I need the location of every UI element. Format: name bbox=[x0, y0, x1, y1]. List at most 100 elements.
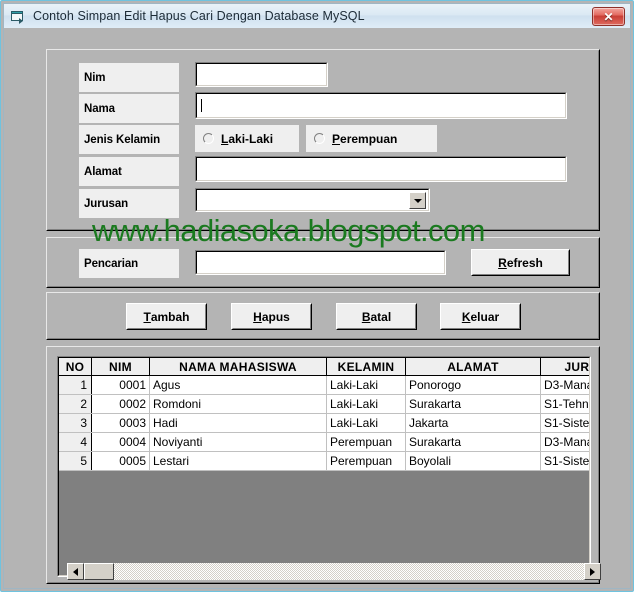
student-data-grid[interactable]: NO NIM NAMA MAHASISWA KELAMIN ALAMAT JUR… bbox=[57, 356, 601, 580]
select-jurusan[interactable] bbox=[195, 188, 430, 212]
cell-nama[interactable]: Noviyanti bbox=[149, 432, 327, 452]
search-panel-inner: Pencarian Refresh bbox=[47, 238, 599, 287]
cell-alamat[interactable]: Ponorogo bbox=[405, 375, 541, 395]
close-icon: ✕ bbox=[603, 9, 614, 24]
cell-nim[interactable]: 0003 bbox=[91, 413, 150, 433]
data-grid-panel-inner: NO NIM NAMA MAHASISWA KELAMIN ALAMAT JUR… bbox=[47, 347, 601, 583]
radio-laki-laki[interactable]: Laki-Laki bbox=[195, 125, 299, 152]
input-alamat[interactable] bbox=[195, 156, 567, 182]
label-alamat: Alamat bbox=[79, 157, 179, 186]
student-data-grid-viewport[interactable]: NO NIM NAMA MAHASISWA KELAMIN ALAMAT JUR… bbox=[58, 357, 590, 576]
label-nim: Nim bbox=[79, 63, 179, 92]
title-bar[interactable]: Contoh Simpan Edit Hapus Cari Dengan Dat… bbox=[4, 4, 630, 29]
input-nim[interactable] bbox=[195, 62, 328, 87]
cell-jurusan[interactable]: S1-Sistem Informasi bbox=[540, 451, 589, 471]
data-grid-panel: NO NIM NAMA MAHASISWA KELAMIN ALAMAT JUR… bbox=[46, 346, 601, 584]
cell-kelamin[interactable]: Laki-Laki bbox=[326, 413, 406, 433]
student-form-panel: Nim Nama Jenis Kelamin Laki-Laki Perempu… bbox=[46, 49, 600, 231]
tambah-button[interactable]: Tambah bbox=[126, 303, 207, 330]
cell-alamat[interactable]: Surakarta bbox=[405, 432, 541, 452]
input-nama[interactable] bbox=[195, 92, 567, 119]
tambah-button-label: Tambah bbox=[127, 304, 206, 329]
cell-nim[interactable]: 0002 bbox=[91, 394, 150, 414]
keluar-button-label: Keluar bbox=[441, 304, 520, 329]
refresh-button-label: Refresh bbox=[472, 250, 569, 275]
column-header-no[interactable]: NO bbox=[59, 358, 92, 376]
label-pencarian: Pencarian bbox=[79, 249, 179, 278]
form-window-icon bbox=[10, 8, 26, 24]
text-caret bbox=[201, 99, 202, 112]
cell-nama[interactable]: Hadi bbox=[149, 413, 327, 433]
action-panel: Tambah Hapus Batal Keluar bbox=[46, 292, 600, 340]
hapus-button-label: Hapus bbox=[232, 304, 311, 329]
table-row[interactable]: 30003HadiLaki-LakiJakartaS1-Sistem Infor… bbox=[59, 413, 589, 433]
input-alamat-value[interactable] bbox=[196, 157, 566, 181]
action-panel-inner: Tambah Hapus Batal Keluar bbox=[47, 293, 599, 339]
horizontal-scrollbar[interactable] bbox=[67, 563, 601, 580]
cell-jurusan[interactable]: D3-Manajeman Informatika bbox=[540, 432, 589, 452]
arrow-left-icon[interactable] bbox=[67, 563, 84, 580]
cell-alamat[interactable]: Jakarta bbox=[405, 413, 541, 433]
cell-kelamin[interactable]: Perempuan bbox=[326, 451, 406, 471]
scrollbar-thumb[interactable] bbox=[84, 563, 114, 580]
table-header-row: NO NIM NAMA MAHASISWA KELAMIN ALAMAT JUR… bbox=[59, 358, 589, 376]
cell-kelamin[interactable]: Laki-Laki bbox=[326, 394, 406, 414]
search-panel: Pencarian Refresh bbox=[46, 237, 600, 288]
radio-circle-icon bbox=[203, 133, 214, 144]
scrollbar-track[interactable] bbox=[84, 563, 584, 580]
input-nim-value[interactable] bbox=[196, 63, 327, 86]
table-body: 10001AgusLaki-LakiPonorogoD3-Manajeman I… bbox=[59, 375, 589, 471]
column-header-kelamin[interactable]: KELAMIN bbox=[326, 358, 406, 376]
table-header: NO NIM NAMA MAHASISWA KELAMIN ALAMAT JUR… bbox=[59, 358, 589, 376]
student-table: NO NIM NAMA MAHASISWA KELAMIN ALAMAT JUR… bbox=[59, 358, 589, 471]
refresh-button[interactable]: Refresh bbox=[471, 249, 570, 276]
select-jurusan-value[interactable] bbox=[196, 189, 429, 211]
cell-jurusan[interactable]: S1-Tehnik Informatika bbox=[540, 394, 589, 414]
cell-alamat[interactable]: Boyolali bbox=[405, 451, 541, 471]
table-row[interactable]: 10001AgusLaki-LakiPonorogoD3-Manajeman I… bbox=[59, 375, 589, 395]
input-nama-value[interactable] bbox=[196, 93, 566, 118]
close-button[interactable]: ✕ bbox=[592, 7, 625, 26]
chevron-down-icon[interactable] bbox=[409, 192, 426, 209]
column-header-nim[interactable]: NIM bbox=[91, 358, 150, 376]
column-header-jurusan[interactable]: JURUSAN bbox=[540, 358, 589, 376]
radio-perempuan-label: Perempuan bbox=[332, 131, 398, 146]
cell-nim[interactable]: 0004 bbox=[91, 432, 150, 452]
student-form-panel-inner: Nim Nama Jenis Kelamin Laki-Laki Perempu… bbox=[47, 50, 599, 230]
cell-jurusan[interactable]: D3-Manajeman Informatika bbox=[540, 375, 589, 395]
arrow-right-icon[interactable] bbox=[584, 563, 601, 580]
cell-alamat[interactable]: Surakarta bbox=[405, 394, 541, 414]
window-title: Contoh Simpan Edit Hapus Cari Dengan Dat… bbox=[33, 9, 365, 23]
column-header-nama[interactable]: NAMA MAHASISWA bbox=[149, 358, 327, 376]
radio-perempuan[interactable]: Perempuan bbox=[306, 125, 437, 152]
cell-nim[interactable]: 0001 bbox=[91, 375, 150, 395]
cell-nama[interactable]: Romdoni bbox=[149, 394, 327, 414]
cell-nim[interactable]: 0005 bbox=[91, 451, 150, 471]
table-row[interactable]: 50005LestariPerempuanBoyolaliS1-Sistem I… bbox=[59, 451, 589, 471]
client-area: Nim Nama Jenis Kelamin Laki-Laki Perempu… bbox=[4, 28, 630, 588]
cell-nama[interactable]: Lestari bbox=[149, 451, 327, 471]
cell-kelamin[interactable]: Laki-Laki bbox=[326, 375, 406, 395]
cell-no[interactable]: 2 bbox=[59, 394, 92, 414]
cell-no[interactable]: 4 bbox=[59, 432, 92, 452]
table-row[interactable]: 20002RomdoniLaki-LakiSurakartaS1-Tehnik … bbox=[59, 394, 589, 414]
label-jurusan: Jurusan bbox=[79, 189, 179, 218]
cell-kelamin[interactable]: Perempuan bbox=[326, 432, 406, 452]
hapus-button[interactable]: Hapus bbox=[231, 303, 312, 330]
label-jenis-kelamin: Jenis Kelamin bbox=[79, 125, 179, 154]
cell-no[interactable]: 1 bbox=[59, 375, 92, 395]
cell-no[interactable]: 3 bbox=[59, 413, 92, 433]
column-header-alamat[interactable]: ALAMAT bbox=[405, 358, 541, 376]
cell-jurusan[interactable]: S1-Sistem Informasi bbox=[540, 413, 589, 433]
radio-laki-laki-label: Laki-Laki bbox=[221, 131, 274, 146]
keluar-button[interactable]: Keluar bbox=[440, 303, 521, 330]
cell-nama[interactable]: Agus bbox=[149, 375, 327, 395]
label-nama: Nama bbox=[79, 94, 179, 123]
application-window: Contoh Simpan Edit Hapus Cari Dengan Dat… bbox=[0, 0, 634, 592]
search-input-value[interactable] bbox=[196, 251, 445, 274]
table-row[interactable]: 40004NoviyantiPerempuanSurakartaD3-Manaj… bbox=[59, 432, 589, 452]
search-input[interactable] bbox=[195, 250, 446, 275]
batal-button-label: Batal bbox=[337, 304, 416, 329]
batal-button[interactable]: Batal bbox=[336, 303, 417, 330]
cell-no[interactable]: 5 bbox=[59, 451, 92, 471]
